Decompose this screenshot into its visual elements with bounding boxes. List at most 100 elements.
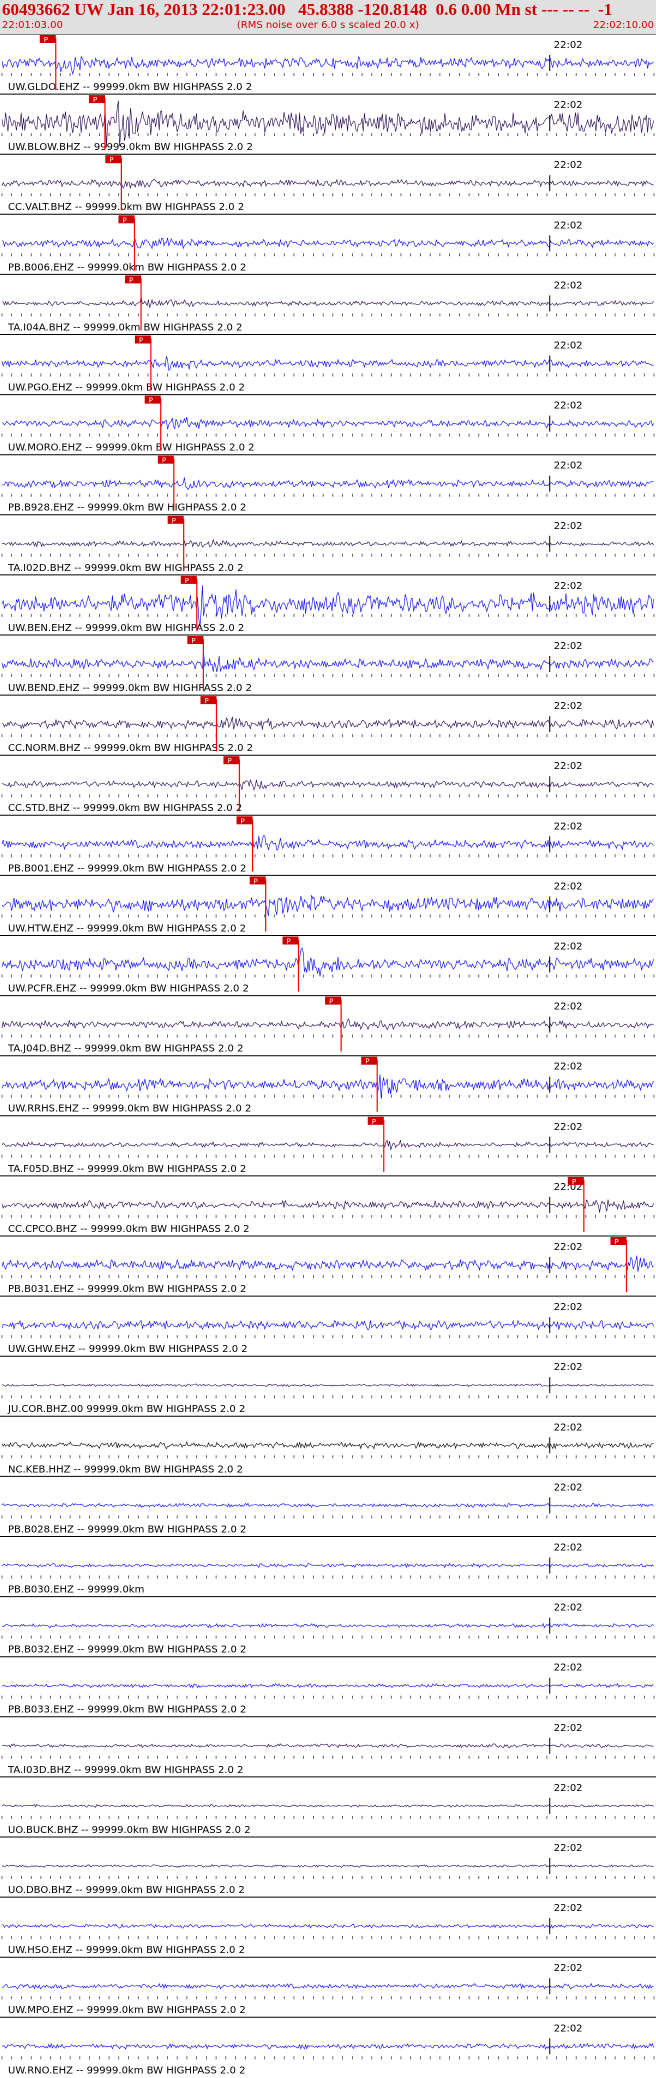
trace-row: 22:02 UW.GHW.EHZ -- 99999.0km BW HIGHPASS… bbox=[0, 1295, 656, 1355]
station-label: PB.B006.EHZ -- 99999.0km BW HIGHPASS 2.0… bbox=[8, 262, 246, 273]
station-label: UW.BEN.EHZ -- 99999.0km BW HIGHPASS 2.0 … bbox=[8, 623, 244, 634]
noise-note: (RMS noise over 6.0 s scaled 20.0 x) bbox=[236, 20, 420, 31]
pick-marker-label: P bbox=[572, 1178, 576, 1186]
waveform-line bbox=[2, 1622, 654, 1629]
waveform-line bbox=[1, 237, 654, 250]
trace-row: 22:02 UW.HSO.EHZ -- 99999.0km BW HIGHPASS… bbox=[0, 1896, 656, 1956]
minute-tick-label: 22:02 bbox=[554, 1843, 583, 1854]
minute-tick-label: 22:02 bbox=[554, 1062, 583, 1073]
trace-row: 22:02 UW.BEN.EHZ -- 99999.0km BW HIGHPASS… bbox=[0, 574, 656, 634]
minute-tick-label: 22:02 bbox=[554, 1543, 583, 1554]
station-label: CC.VALT.BHZ -- 99999.0km BW HIGHPASS 2.0… bbox=[8, 202, 244, 213]
trace-row: 22:02 UO.DBO.BHZ -- 99999.0km BW HIGHPASS… bbox=[0, 1836, 656, 1896]
trace-row: 22:02 UW.PCFR.EHZ -- 99999.0km BW HIGHPAS… bbox=[0, 935, 656, 995]
station-label: UW.HSO.EHZ -- 99999.0km BW HIGHPASS 2.0 … bbox=[8, 1945, 245, 1956]
waveform-line bbox=[1, 416, 654, 430]
trace-row: 22:02 UW.RNO.EHZ -- 99999.0km BW HIGHPASS… bbox=[0, 2016, 656, 2076]
waveform-line bbox=[1, 178, 654, 189]
waveform-line bbox=[1, 1018, 654, 1031]
trace-row: 22:02 PB.B033.EHZ -- 99999.0km BW HIGHPAS… bbox=[0, 1656, 656, 1716]
station-label: PB.B032.EHZ -- 99999.0km BW HIGHPASS 2.0… bbox=[8, 1645, 246, 1656]
trace-row: 22:02 UW.GLDO.EHZ -- 99999.0km BW HIGHPAS… bbox=[0, 34, 656, 93]
minute-tick-label: 22:02 bbox=[554, 821, 583, 832]
minute-tick-label: 22:02 bbox=[554, 521, 583, 532]
pick-marker-label: P bbox=[129, 276, 133, 284]
minute-tick-label: 22:02 bbox=[554, 100, 583, 111]
trace-row: 22:02 UW.MPO.EHZ -- 99999.0km BW HIGHPASS… bbox=[0, 1956, 656, 2016]
waveform-line bbox=[1, 1743, 654, 1749]
pick-marker-label: P bbox=[185, 577, 189, 585]
minute-tick-label: 22:02 bbox=[554, 942, 583, 953]
minute-tick-label: 22:02 bbox=[554, 1002, 583, 1013]
trace-row: 22:02 PB.B001.EHZ -- 99999.0km BW HIGHPAS… bbox=[0, 814, 656, 874]
trace-row: 22:02 PB.B928.EHZ -- 99999.0km BW HIGHPAS… bbox=[0, 454, 656, 514]
waveform-line bbox=[1, 1199, 654, 1213]
trace-row: 22:02 TA.I02D.BHZ -- 99999.0km BW HIGHPAS… bbox=[0, 514, 656, 574]
minute-tick-label: 22:02 bbox=[554, 40, 583, 51]
station-label: CC.STD.BHZ -- 99999.0km BW HIGHPASS 2.0 … bbox=[8, 803, 242, 814]
station-label: UW.RNO.EHZ -- 99999.0km BW HIGHPASS 2.0 … bbox=[8, 2065, 246, 2076]
minute-tick-label: 22:02 bbox=[554, 1422, 583, 1433]
trace-row: 22:02 UO.BUCK.BHZ -- 99999.0km BW HIGHPAS… bbox=[0, 1776, 656, 1836]
pick-marker-label: P bbox=[93, 96, 97, 104]
trace-row: 22:02 TA.I04A.BHZ -- 99999.0km BW HIGHPAS… bbox=[0, 273, 656, 333]
waveform-line bbox=[1, 652, 654, 673]
minute-tick-label: 22:02 bbox=[554, 220, 583, 231]
waveform-line bbox=[1, 1319, 654, 1331]
pick-marker-label: P bbox=[172, 517, 176, 525]
station-label: UW.HTW.EHZ -- 99999.0km BW HIGHPASS 2.0 … bbox=[8, 923, 246, 934]
trace-row: 22:02 TA.J04D.BHZ -- 99999.0km BW HIGHPAS… bbox=[0, 995, 656, 1055]
trace-row: 22:02CC.CPCO.BHZ -- 99999.0km BW HIGHPAS… bbox=[0, 1175, 656, 1235]
waveform-line bbox=[1, 356, 654, 371]
station-label: UW.BLOW.BHZ -- 99999.0km BW HIGHPASS 2.0… bbox=[8, 142, 253, 153]
minute-tick-label: 22:02 bbox=[554, 401, 583, 412]
trace-row: 22:02 PB.B032.EHZ -- 99999.0km BW HIGHPAS… bbox=[0, 1596, 656, 1656]
waveform-line bbox=[1, 1502, 654, 1508]
station-label: PB.B030.EHZ -- 99999.0km bbox=[8, 1585, 144, 1596]
trace-row: 22:02 TA.F05D.BHZ -- 99999.0km BW HIGHPAS… bbox=[0, 1115, 656, 1175]
station-label: PB.B001.EHZ -- 99999.0km BW HIGHPASS 2.0… bbox=[8, 863, 246, 874]
minute-tick-label: 22:02 bbox=[554, 1663, 583, 1674]
waveform-line bbox=[1, 1982, 654, 1990]
event-title: 60493662 UW Jan 16, 2013 22:01:23.00 45.… bbox=[2, 0, 613, 19]
pick-marker-label: P bbox=[204, 697, 208, 705]
waveform-line bbox=[1, 538, 654, 548]
waveform-line bbox=[1, 1074, 654, 1099]
minute-tick-label: 22:02 bbox=[554, 2023, 583, 2034]
station-label: PB.B031.EHZ -- 99999.0km BW HIGHPASS 2.0… bbox=[8, 1284, 246, 1295]
waveform-line bbox=[1, 1562, 654, 1569]
trace-row: 22:02 PB.B030.EHZ -- 99999.0km bbox=[0, 1536, 656, 1596]
waveform-line bbox=[1, 1923, 654, 1929]
seismogram-panel: 22:02 UW.GLDO.EHZ -- 99999.0km BW HIGHPAS… bbox=[0, 34, 656, 2076]
waveform-line bbox=[1, 835, 654, 851]
trace-row: 22:02 UW.BLOW.BHZ -- 99999.0km BW HIGHPAS… bbox=[0, 93, 656, 153]
waveform-line bbox=[1, 1441, 654, 1450]
station-label: UW.PCFR.EHZ -- 99999.0km BW HIGHPASS 2.0… bbox=[8, 984, 249, 995]
minute-tick-label: 22:02 bbox=[554, 1242, 583, 1253]
station-label: UW.BEND.EHZ -- 99999.0km BW HIGHPASS 2.0… bbox=[8, 683, 252, 694]
trace-row: 22:02 UW.RRHS.EHZ -- 99999.0km BW HIGHPAS… bbox=[0, 1055, 656, 1115]
trace-row: 22:02 PB.B028.EHZ -- 99999.0km BW HIGHPAS… bbox=[0, 1475, 656, 1535]
station-label: PB.B033.EHZ -- 99999.0km BW HIGHPASS 2.0… bbox=[8, 1705, 246, 1716]
minute-tick-label: 22:02 bbox=[554, 881, 583, 892]
waveform-line bbox=[1, 778, 654, 791]
station-label: UO.DBO.BHZ -- 99999.0km BW HIGHPASS 2.0 … bbox=[8, 1885, 245, 1896]
pick-marker-label: P bbox=[44, 36, 48, 44]
trace-row: 22:02 TA.I03D.BHZ -- 99999.0km BW HIGHPAS… bbox=[0, 1716, 656, 1776]
station-label: TA.I03D.BHZ -- 99999.0km BW HIGHPASS 2.0… bbox=[7, 1765, 243, 1776]
pick-marker-label: P bbox=[254, 877, 258, 885]
minute-tick-label: 22:02 bbox=[554, 701, 583, 712]
pick-marker-label: P bbox=[109, 156, 113, 164]
waveform-line bbox=[1, 716, 654, 730]
trace-row: 22:02 UW.HTW.EHZ -- 99999.0km BW HIGHPASS… bbox=[0, 874, 656, 934]
waveform-line bbox=[1, 55, 654, 76]
minute-tick-label: 22:02 bbox=[554, 1723, 583, 1734]
pick-marker-label: P bbox=[365, 1058, 369, 1066]
pick-marker-label: P bbox=[149, 397, 153, 405]
minute-tick-label: 22:02 bbox=[554, 1963, 583, 1974]
minute-tick-label: 22:02 bbox=[554, 1482, 583, 1493]
waveform-line bbox=[1, 1682, 654, 1689]
trace-row: 22:02 CC.VALT.BHZ -- 99999.0km BW HIGHPAS… bbox=[0, 153, 656, 213]
minute-tick-label: 22:02 bbox=[554, 761, 583, 772]
minute-tick-label: 22:02 bbox=[554, 1302, 583, 1313]
